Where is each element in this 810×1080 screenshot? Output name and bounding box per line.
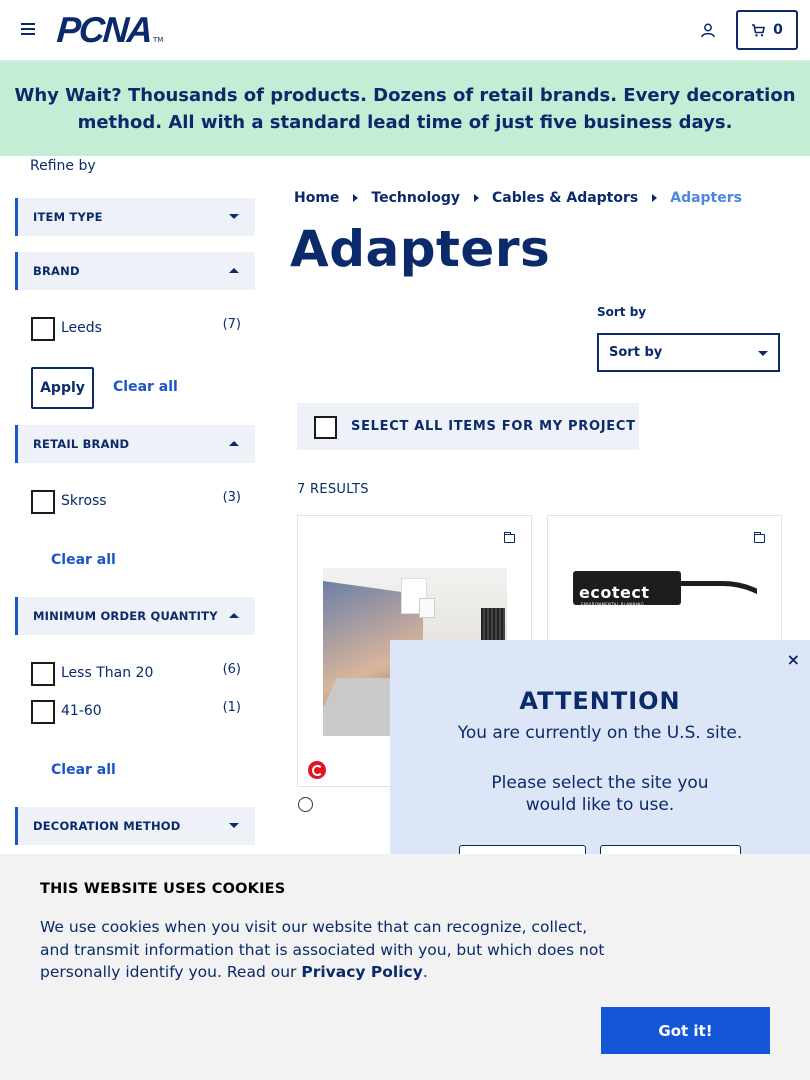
site-header: PCNA TM 0 xyxy=(0,0,810,61)
image-brand-subtext: ENVIRONMENTAL PLANNING xyxy=(581,602,645,607)
facet-label: DECORATION METHOD xyxy=(33,819,181,833)
chevron-up-icon xyxy=(229,613,239,618)
option-count: (1) xyxy=(222,700,241,715)
option-label: Less Than 20 xyxy=(61,665,154,681)
modal-instruction-text: Please select the site you would like to… xyxy=(390,772,810,816)
sort-value: Sort by xyxy=(609,345,663,360)
cart-count: 0 xyxy=(773,22,783,38)
add-to-project-folder-icon[interactable] xyxy=(504,532,515,543)
apply-button[interactable]: Apply xyxy=(31,367,94,409)
promo-text: Why Wait? Thousands of products. Dozens … xyxy=(12,82,798,136)
promo-lead: Why Wait? xyxy=(14,84,122,106)
close-icon[interactable]: × xyxy=(787,650,800,669)
select-all-checkbox[interactable] xyxy=(314,416,337,439)
facet-brand[interactable]: BRAND xyxy=(15,252,255,290)
filter-option-leeds[interactable]: Leeds (7) xyxy=(31,317,246,341)
logo-trademark: TM xyxy=(153,36,164,44)
option-count: (6) xyxy=(222,662,241,677)
chevron-up-icon xyxy=(229,268,239,273)
page-title: Adapters xyxy=(290,220,551,278)
option-label: Leeds xyxy=(61,320,102,336)
brand-badge-icon xyxy=(308,761,326,779)
privacy-policy-link[interactable]: Privacy Policy xyxy=(301,963,423,981)
breadcrumb-technology[interactable]: Technology xyxy=(371,190,460,206)
logo[interactable]: PCNA TM xyxy=(55,9,164,50)
modal-instruction-line-2: would like to use. xyxy=(525,795,675,815)
option-label: 41-60 xyxy=(61,703,102,719)
breadcrumb-cables-adaptors[interactable]: Cables & Adaptors xyxy=(492,190,638,206)
modal-instruction-line-1: Please select the site you xyxy=(491,773,709,793)
chevron-down-icon xyxy=(758,351,768,356)
menu-icon[interactable] xyxy=(21,23,35,35)
modal-current-site-text: You are currently on the U.S. site. xyxy=(457,723,743,743)
facet-label: MINIMUM ORDER QUANTITY xyxy=(33,609,218,623)
select-all-items[interactable]: SELECT ALL ITEMS FOR MY PROJECT xyxy=(297,403,639,450)
promo-banner: Why Wait? Thousands of products. Dozens … xyxy=(0,61,810,156)
image-adapter-block: ecotect ENVIRONMENTAL PLANNING xyxy=(573,571,681,607)
results-count: 7 RESULTS xyxy=(297,482,369,497)
select-all-label: SELECT ALL ITEMS FOR MY PROJECT xyxy=(351,419,636,434)
breadcrumb: Home Technology Cables & Adaptors Adapte… xyxy=(294,190,742,206)
facet-minimum-order-quantity[interactable]: MINIMUM ORDER QUANTITY xyxy=(15,597,255,635)
chevron-up-icon xyxy=(229,441,239,446)
checkbox[interactable] xyxy=(31,662,55,686)
sort-select[interactable]: Sort by xyxy=(597,333,780,372)
sort-label: Sort by xyxy=(597,305,647,319)
filter-option-41-60[interactable]: 41-60 (1) xyxy=(31,700,246,724)
breadcrumb-separator-icon xyxy=(652,194,658,202)
compare-radio[interactable] xyxy=(298,797,313,812)
promo-body: Thousands of products. Dozens of retail … xyxy=(77,84,796,133)
option-count: (3) xyxy=(222,490,241,505)
facet-label: ITEM TYPE xyxy=(33,210,103,224)
breadcrumb-current: Adapters xyxy=(670,190,742,206)
cart-button[interactable]: 0 xyxy=(736,10,798,50)
chevron-down-icon xyxy=(229,214,239,219)
breadcrumb-home[interactable]: Home xyxy=(294,190,339,206)
checkbox[interactable] xyxy=(31,490,55,514)
modal-title: ATTENTION xyxy=(519,687,681,715)
cookie-title: THIS WEBSITE USES COOKIES xyxy=(40,881,286,897)
account-icon[interactable] xyxy=(700,22,716,38)
facet-decoration-method[interactable]: DECORATION METHOD xyxy=(15,807,255,845)
cart-icon xyxy=(752,23,766,36)
filter-option-less-than-20[interactable]: Less Than 20 (6) xyxy=(31,662,246,686)
option-label: Skross xyxy=(61,493,107,509)
facet-label: RETAIL BRAND xyxy=(33,437,130,451)
filter-option-skross[interactable]: Skross (3) xyxy=(31,490,246,514)
checkbox[interactable] xyxy=(31,317,55,341)
got-it-button[interactable]: Got it! xyxy=(601,1007,770,1054)
add-to-project-folder-icon[interactable] xyxy=(754,532,765,543)
image-brand-text: ecotect xyxy=(579,583,650,602)
breadcrumb-separator-icon xyxy=(474,194,480,202)
breadcrumb-separator-icon xyxy=(353,194,359,202)
clear-all-retail-brand-link[interactable]: Clear all xyxy=(51,552,116,568)
facet-label: BRAND xyxy=(33,264,80,278)
facet-item-type[interactable]: ITEM TYPE xyxy=(15,198,255,236)
cookie-banner: THIS WEBSITE USES COOKIES We use cookies… xyxy=(0,854,810,1080)
clear-all-min-order-link[interactable]: Clear all xyxy=(51,762,116,778)
clear-all-brand-link[interactable]: Clear all xyxy=(113,379,178,395)
refine-by-label: Refine by xyxy=(30,158,96,174)
checkbox[interactable] xyxy=(31,700,55,724)
chevron-down-icon xyxy=(229,823,239,828)
logo-text: PCNA xyxy=(55,9,153,50)
site-selection-modal: × ATTENTION You are currently on the U.S… xyxy=(390,640,810,857)
cookie-body: We use cookies when you visit our websit… xyxy=(40,916,620,984)
cookie-period: . xyxy=(422,963,428,981)
option-count: (7) xyxy=(222,317,241,332)
facet-retail-brand[interactable]: RETAIL BRAND xyxy=(15,425,255,463)
image-charger-cube xyxy=(419,598,435,618)
